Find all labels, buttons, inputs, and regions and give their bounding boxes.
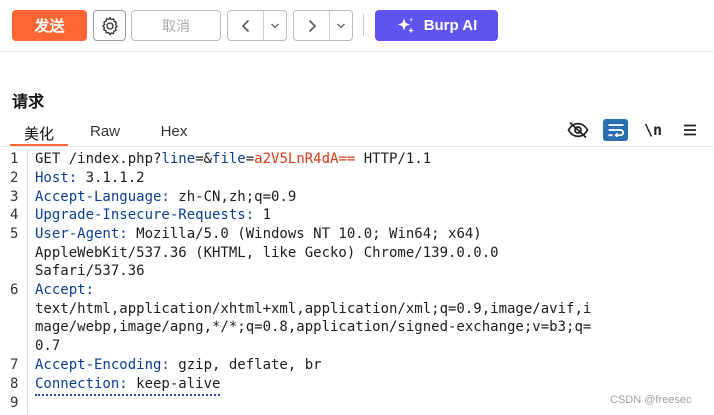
line-number: 6 — [10, 282, 19, 298]
watermark: CSDN @freesec — [610, 394, 692, 406]
param-name: file — [212, 151, 246, 167]
header-value: gzip, deflate, br — [169, 357, 322, 373]
tab-pretty[interactable]: 美化 — [10, 120, 68, 146]
param-separator: =& — [195, 151, 213, 167]
back-history-dropdown[interactable] — [264, 11, 286, 40]
cancel-button[interactable]: 取消 — [131, 10, 221, 41]
header-line: Accept: — [35, 281, 94, 300]
tab-divider — [0, 146, 714, 147]
wrapped-text: text/html,application/xhtml+xml,applicat… — [35, 301, 592, 317]
tab-raw[interactable]: Raw — [80, 120, 130, 146]
gutter-divider — [27, 150, 28, 415]
wrapped-text: 0.7 — [35, 338, 61, 354]
gear-icon — [101, 16, 118, 35]
chevron-down-icon — [271, 23, 279, 28]
header-line: Accept-Encoding: gzip, deflate, br — [35, 356, 322, 375]
request-line: GET /index.php?line=&file=a2V5LnR4dA== H… — [35, 150, 431, 169]
param-value: a2V5LnR4dA== — [254, 151, 356, 167]
sparkle-icon — [397, 17, 414, 33]
header-line: Upgrade-Insecure-Requests: 1 — [35, 206, 271, 225]
panel-menu-button[interactable] — [678, 118, 702, 142]
line-number: 7 — [10, 357, 19, 373]
wrapped-text: AppleWebKit/537.36 (KHTML, like Gecko) C… — [35, 245, 499, 261]
header-value: zh-CN,zh;q=0.9 — [169, 189, 297, 205]
header-value: 1 — [254, 207, 272, 223]
line-number: 3 — [10, 189, 19, 205]
line-number: 4 — [10, 207, 19, 223]
chevron-left-icon — [241, 19, 249, 32]
request-editor[interactable]: 1 GET /index.php?line=&file=a2V5LnR4dA==… — [0, 150, 714, 415]
param-equals: = — [245, 151, 255, 167]
back-button[interactable] — [228, 11, 264, 40]
line-number: 1 — [10, 151, 19, 167]
line-number: 8 — [10, 376, 19, 392]
back-nav-group — [227, 10, 287, 41]
burp-ai-label: Burp AI — [423, 17, 478, 34]
header-name: User-Agent: — [35, 226, 128, 242]
line-number: 9 — [10, 395, 19, 411]
http-version: HTTP/1.1 — [355, 151, 432, 167]
request-path: /index.php? — [68, 151, 162, 167]
tab-hex[interactable]: Hex — [150, 120, 198, 146]
line-number: 5 — [10, 226, 19, 242]
eye-off-icon — [567, 121, 589, 139]
show-newlines-toggle[interactable]: \n — [641, 118, 665, 142]
settings-button[interactable] — [93, 10, 126, 41]
header-name: Upgrade-Insecure-Requests: — [35, 207, 255, 223]
line-number: 2 — [10, 170, 19, 186]
header-name: Accept-Encoding: — [35, 357, 170, 373]
header-value: keep-alive — [127, 376, 221, 392]
request-title: 请求 — [12, 92, 45, 111]
send-button[interactable]: 发送 — [12, 10, 87, 41]
param-name: line — [161, 151, 196, 167]
header-line: User-Agent: Mozilla/5.0 (Windows NT 10.0… — [35, 225, 482, 244]
wrap-lines-toggle[interactable] — [603, 119, 628, 141]
header-line: Host: 3.1.1.2 — [35, 169, 145, 188]
wrapped-text: mage/webp,image/apng,*/*;q=0.8,applicati… — [35, 319, 592, 335]
forward-nav-group — [293, 10, 353, 41]
chevron-down-icon — [337, 23, 345, 28]
wrap-lines-icon — [608, 124, 624, 137]
header-line: Accept-Language: zh-CN,zh;q=0.9 — [35, 188, 296, 207]
toolbar-divider — [363, 14, 364, 36]
forward-button[interactable] — [294, 11, 330, 40]
header-line: Connection: keep-alive — [35, 375, 221, 396]
header-value: Mozilla/5.0 (Windows NT 10.0; Win64; x64… — [127, 226, 482, 242]
http-method: GET — [35, 151, 69, 167]
header-name: Accept-Language: — [35, 189, 170, 205]
header-name: Host: — [35, 170, 78, 186]
chevron-right-icon — [308, 19, 316, 32]
menu-icon — [684, 124, 696, 136]
forward-history-dropdown[interactable] — [330, 11, 352, 40]
hide-nonprintable-toggle[interactable] — [566, 118, 590, 142]
header-value: 3.1.1.2 — [77, 170, 145, 186]
burp-ai-button[interactable]: Burp AI — [375, 10, 498, 41]
header-name: Accept: — [35, 282, 95, 298]
wrapped-text: Safari/537.36 — [35, 263, 145, 279]
toolbar: 发送 取消 Burp AI — [0, 0, 714, 52]
header-name: Connection: — [35, 376, 128, 392]
